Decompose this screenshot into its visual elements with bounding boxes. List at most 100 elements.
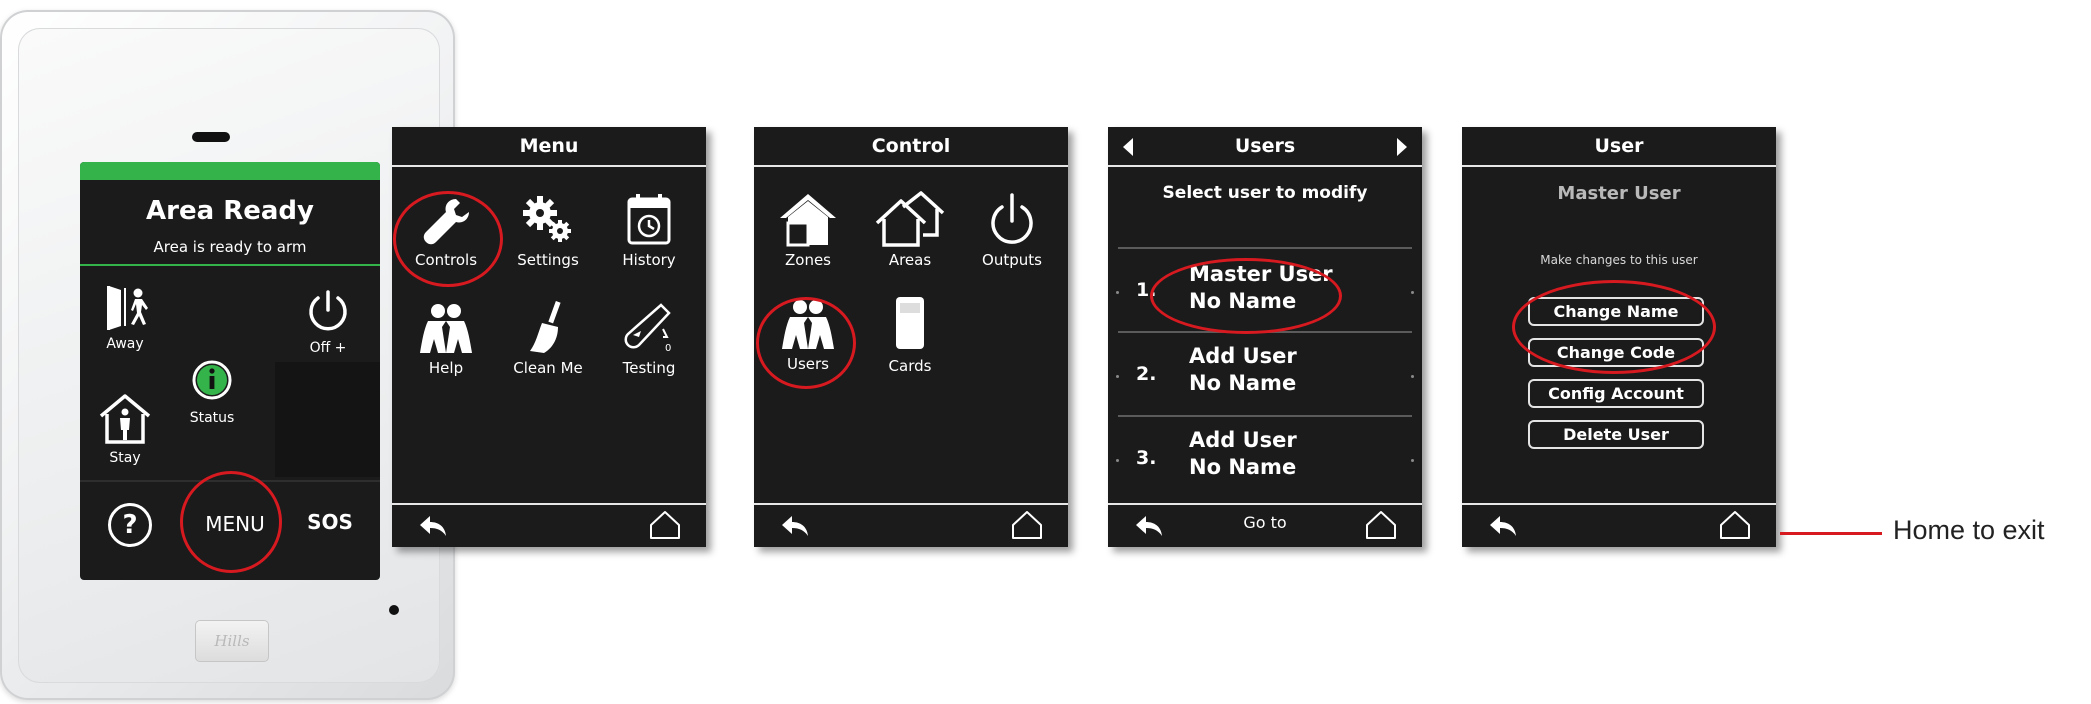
keypad-device: Area Ready Area is ready to arm Away Off… [0, 10, 455, 700]
home-icon[interactable] [1010, 510, 1044, 540]
gears-icon [523, 196, 571, 242]
keypad-title: Area Ready [146, 196, 314, 226]
stay-house-icon [99, 394, 151, 444]
user-row-2[interactable]: 2. Add User No Name [1108, 333, 1422, 415]
users-footer-divider [1108, 503, 1422, 505]
user-row-name: Add User [1189, 344, 1297, 368]
help-button[interactable]: ? [108, 503, 152, 547]
users-panel-title: Users [1108, 127, 1422, 167]
power-icon [991, 193, 1033, 244]
hills-logo: Hills [195, 620, 269, 662]
off-label: Off + [309, 340, 347, 356]
broom-icon [530, 301, 561, 353]
control-item-areas[interactable]: Areas [860, 191, 960, 269]
user-row-subname: No Name [1189, 371, 1297, 395]
off-button[interactable]: Off + [288, 288, 368, 356]
svg-text:0: 0 [665, 343, 671, 354]
config-account-button[interactable]: Config Account [1528, 379, 1704, 408]
home-icon[interactable] [648, 510, 682, 540]
delete-user-button[interactable]: Delete User [1528, 420, 1704, 449]
stay-button[interactable]: Stay [85, 390, 165, 466]
help-people-icon [420, 304, 472, 353]
menu-item-help[interactable]: Help [396, 301, 496, 377]
status-button[interactable]: Status [172, 358, 252, 426]
previous-arrow-icon[interactable] [1122, 137, 1134, 157]
user-footer-divider [1462, 503, 1776, 505]
master-user-highlight-ring [1150, 258, 1342, 334]
keypad-speaker-slot [192, 132, 230, 142]
callout-pointer-line [1780, 532, 1882, 535]
users-panel: Users Select user to modify 1. Master Us… [1108, 127, 1422, 547]
sos-button[interactable]: SOS [290, 510, 370, 534]
menu-item-label: Help [428, 359, 464, 377]
change-buttons-highlight-ring [1512, 280, 1716, 374]
menu-item-label: Testing [622, 359, 676, 377]
away-icon [107, 286, 148, 330]
control-item-label: Zones [784, 251, 831, 269]
menu-item-testing[interactable]: 0 Testing [599, 301, 699, 377]
control-footer-divider [754, 503, 1068, 505]
user-row-subname: No Name [1189, 455, 1297, 479]
zones-house-icon [780, 194, 836, 247]
history-icon [627, 194, 671, 245]
back-icon[interactable] [1132, 511, 1166, 541]
callout-text: Home to exit [1893, 515, 2045, 545]
control-item-outputs[interactable]: Outputs [962, 191, 1062, 269]
back-icon[interactable] [778, 511, 812, 541]
goto-button[interactable]: Go to [1215, 513, 1315, 532]
test-tube-icon: 0 [624, 303, 671, 354]
controls-highlight-ring [393, 191, 503, 287]
back-icon[interactable] [1486, 511, 1520, 541]
users-subtitle: Select user to modify [1162, 183, 1368, 203]
user-instruction: Make changes to this user [1540, 253, 1698, 267]
user-row-name: Add User [1189, 428, 1297, 452]
home-icon[interactable] [1718, 510, 1752, 540]
status-divider [80, 264, 380, 266]
control-item-label: Areas [888, 251, 932, 269]
row-dot [1411, 291, 1414, 294]
menu-item-label: History [622, 251, 676, 269]
power-icon [309, 290, 347, 331]
home-icon[interactable] [1364, 510, 1398, 540]
row-dot [1116, 375, 1119, 378]
next-arrow-icon[interactable] [1396, 137, 1408, 157]
card-icon [896, 297, 924, 349]
control-item-label: Outputs [982, 251, 1042, 269]
back-icon[interactable] [416, 511, 450, 541]
users-highlight-ring [756, 297, 856, 389]
menu-footer-divider [392, 503, 706, 505]
user-row-number: 2. [1136, 363, 1157, 385]
menu-panel: Menu Controls Settings History Help Clea… [392, 127, 706, 547]
menu-item-clean-me[interactable]: Clean Me [498, 301, 598, 377]
user-row-number: 3. [1136, 447, 1157, 469]
row-dot [1116, 459, 1119, 462]
away-button[interactable]: Away [85, 280, 165, 352]
stay-label: Stay [109, 450, 141, 466]
control-item-cards[interactable]: Cards [860, 295, 960, 375]
keypad-led [389, 605, 399, 615]
menu-item-history[interactable]: History [599, 193, 699, 269]
control-panel-title: Control [754, 127, 1068, 167]
areas-houses-icon [875, 191, 945, 247]
menu-item-label: Settings [517, 251, 579, 269]
row-dot [1411, 459, 1414, 462]
keypad-panel-shade [275, 362, 380, 477]
menu-panel-title: Menu [392, 127, 706, 167]
user-panel-title: User [1462, 127, 1776, 167]
away-label: Away [106, 336, 144, 352]
user-subtitle: Master User [1557, 183, 1681, 204]
row-dot [1116, 291, 1119, 294]
menu-highlight-ring [180, 471, 282, 573]
status-bar [80, 162, 380, 180]
control-item-zones[interactable]: Zones [758, 191, 858, 269]
keypad-subtitle: Area is ready to arm [153, 238, 307, 256]
info-icon [192, 360, 232, 400]
control-item-label: Cards [888, 357, 932, 375]
user-row-3[interactable]: 3. Add User No Name [1108, 417, 1422, 501]
brand-text: Hills [214, 632, 250, 650]
menu-item-settings[interactable]: Settings [498, 193, 598, 269]
row-dot [1411, 375, 1414, 378]
help-symbol: ? [122, 510, 138, 540]
menu-item-label: Clean Me [513, 359, 583, 377]
status-label: Status [189, 410, 235, 426]
